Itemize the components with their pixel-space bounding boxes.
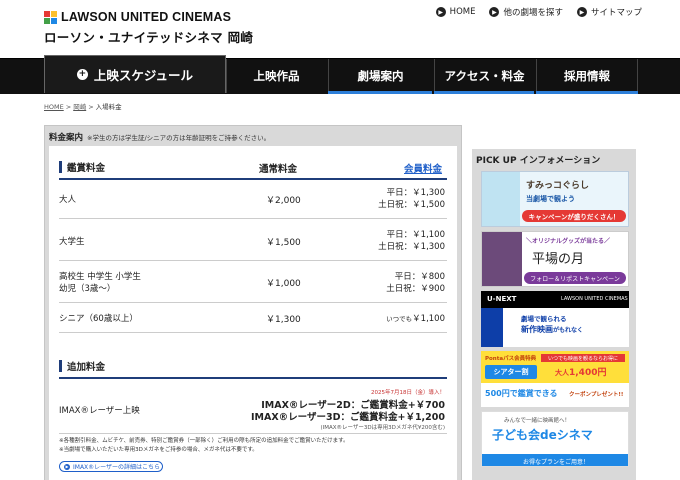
pickup-sidebar: PICK UP インフォメーション すみっコぐらし 当劇場で観よう キャンペーン…: [472, 149, 636, 480]
pricing-table: 鑑賞料金 通常料金 会員料金 大人 ￥2,000 平日：￥1,300 土日祝：￥…: [49, 146, 457, 480]
nav-access-pricing[interactable]: アクセス・料金: [434, 59, 534, 93]
surcharge-note-1: ※各種割引料金、ムビチケ、前売券、特別ご鑑賞券（一部除く）ご利用の際も所定の追加…: [59, 438, 349, 444]
arrow-right-icon: ▶: [576, 7, 587, 17]
table-head-divider: [59, 377, 447, 379]
topnav-other-theaters-link[interactable]: ▶ 他の劇場を探す: [489, 6, 563, 18]
site-header: LAWSON UNITED CINEMAS ローソン・ユナイテッドシネマ 岡崎 …: [0, 0, 680, 58]
topnav-sitemap-link[interactable]: ▶ サイトマップ: [576, 6, 642, 18]
imax-3d-note: (IMAX®レーザー3Dは専用3Dメガネ代¥200含む): [320, 425, 445, 431]
nav-works[interactable]: 上映作品: [226, 59, 326, 93]
row-member-senior: いつでも￥1,100: [386, 314, 445, 324]
section-bar: [59, 360, 62, 372]
row-label-imax: IMAX®レーザー上映: [59, 406, 140, 416]
topnav-home-link[interactable]: ▶ HOME: [435, 6, 475, 18]
arrow-right-icon: ▶: [64, 463, 70, 470]
banner-sumikko[interactable]: すみっコぐらし 当劇場で観よう キャンペーンが盛りだくさん！: [481, 171, 629, 227]
pricing-panel: 料金案内 ※学生の方は学生証/シニアの方は年齢証明をご持参ください。 鑑賞料金 通…: [44, 125, 462, 480]
section-bar: [59, 161, 62, 173]
row-normal-senior: ￥1,300: [266, 315, 301, 325]
arrow-right-icon: ▶: [489, 7, 500, 17]
unext-stripe: [481, 308, 503, 347]
row-label-adult: 大人: [59, 195, 77, 205]
nav-schedule[interactable]: + 上映スケジュール: [44, 55, 226, 93]
banner-ponta[interactable]: Pontaパス会員特典 いつでも映画を観るならお得に シアター割 大人1,400…: [481, 351, 629, 407]
breadcrumb: HOME > 岡崎 > 入場料金: [44, 103, 122, 111]
nav-recruit[interactable]: 採用情報: [536, 59, 638, 93]
main-nav: + 上映スケジュール 上映作品 劇場案内 アクセス・料金 採用情報: [0, 55, 680, 94]
row-label-infants: 幼児（3歳〜）: [59, 284, 116, 294]
top-utility-nav: ▶ HOME ▶ 他の劇場を探す ▶ サイトマップ: [435, 6, 642, 18]
logo-mark-icon: [44, 10, 57, 24]
breadcrumb-theater[interactable]: 岡崎: [73, 103, 86, 111]
imax-details-link[interactable]: ▶ IMAX®レーザーの詳細はこちら: [59, 461, 163, 472]
row-member-weekday-adult: 平日：￥1,300: [386, 188, 445, 198]
row-normal-university: ￥1,500: [266, 238, 301, 248]
banner-kodomo-cinema[interactable]: みんなで一緒に映画館へ！ 子ども会deシネマ お得なプランをご用意！: [481, 411, 629, 467]
row-divider: [59, 218, 447, 219]
site-logo[interactable]: LAWSON UNITED CINEMAS ローソン・ユナイテッドシネマ 岡崎: [44, 10, 253, 46]
logo-text-jp: ローソン・ユナイテッドシネマ 岡崎: [44, 30, 254, 45]
row-normal-students: ￥1,000: [266, 279, 301, 289]
section-heading-surcharge: 追加料金: [59, 358, 105, 374]
row-label-students: 高校生 中学生 小学生: [59, 272, 141, 282]
row-member-weekday-students: 平日：￥800: [394, 272, 445, 282]
nav-underline: [328, 91, 432, 94]
poster-art: [482, 232, 522, 286]
arrow-right-icon: ▶: [435, 7, 446, 17]
row-divider: [59, 433, 447, 434]
table-head-divider: [59, 178, 447, 180]
imax-intro-date: 2025年7月18日（金）導入！: [371, 390, 445, 396]
nav-theater-info[interactable]: 劇場案内: [328, 59, 432, 93]
row-member-weekend-university: 土日祝：￥1,300: [378, 242, 445, 252]
row-divider: [59, 302, 447, 303]
logo-text-en: LAWSON UNITED CINEMAS: [61, 10, 232, 24]
section-heading-admission: 鑑賞料金: [59, 159, 105, 175]
sumikko-art: [482, 172, 520, 226]
row-label-university: 大学生: [59, 237, 85, 247]
breadcrumb-current: 入場料金: [95, 103, 122, 111]
nav-underline-active: [434, 91, 534, 94]
row-divider: [59, 260, 447, 261]
col-member-price-link[interactable]: 会員料金: [404, 161, 442, 175]
row-label-senior: シニア（60歳以上）: [59, 314, 138, 324]
imax-3d-price: IMAX®レーザー3D：ご鑑賞料金+￥1,200: [251, 412, 445, 423]
row-member-weekend-students: 土日祝：￥900: [386, 284, 445, 294]
nav-underline: [536, 91, 638, 94]
pricing-title: 料金案内 ※学生の方は学生証/シニアの方は年齢証明をご持参ください。: [49, 133, 271, 143]
plus-circle-icon: +: [76, 69, 88, 80]
row-member-weekend-adult: 土日祝：￥1,500: [378, 200, 445, 210]
col-normal-price: 通常料金: [259, 164, 298, 175]
row-normal-adult: ￥2,000: [266, 196, 301, 206]
banner-unext[interactable]: U-NEXT LAWSON UNITED CINEMAS 劇場で観られる 新作映…: [481, 291, 629, 347]
row-divider: [59, 332, 447, 333]
breadcrumb-home[interactable]: HOME: [44, 103, 64, 111]
row-member-weekday-university: 平日：￥1,100: [386, 230, 445, 240]
pickup-title: PICK UP インフォメーション: [476, 156, 601, 166]
banner-hiraba-no-tsuki[interactable]: ＼オリジナルグッズが当たる／ 平場の月 フォロー＆リポストキャンペーン: [481, 231, 629, 287]
surcharge-note-2: ※当劇場で購入いただいた専用3Dメガネをご持参の場合、メガネ代は不要です。: [59, 447, 258, 453]
